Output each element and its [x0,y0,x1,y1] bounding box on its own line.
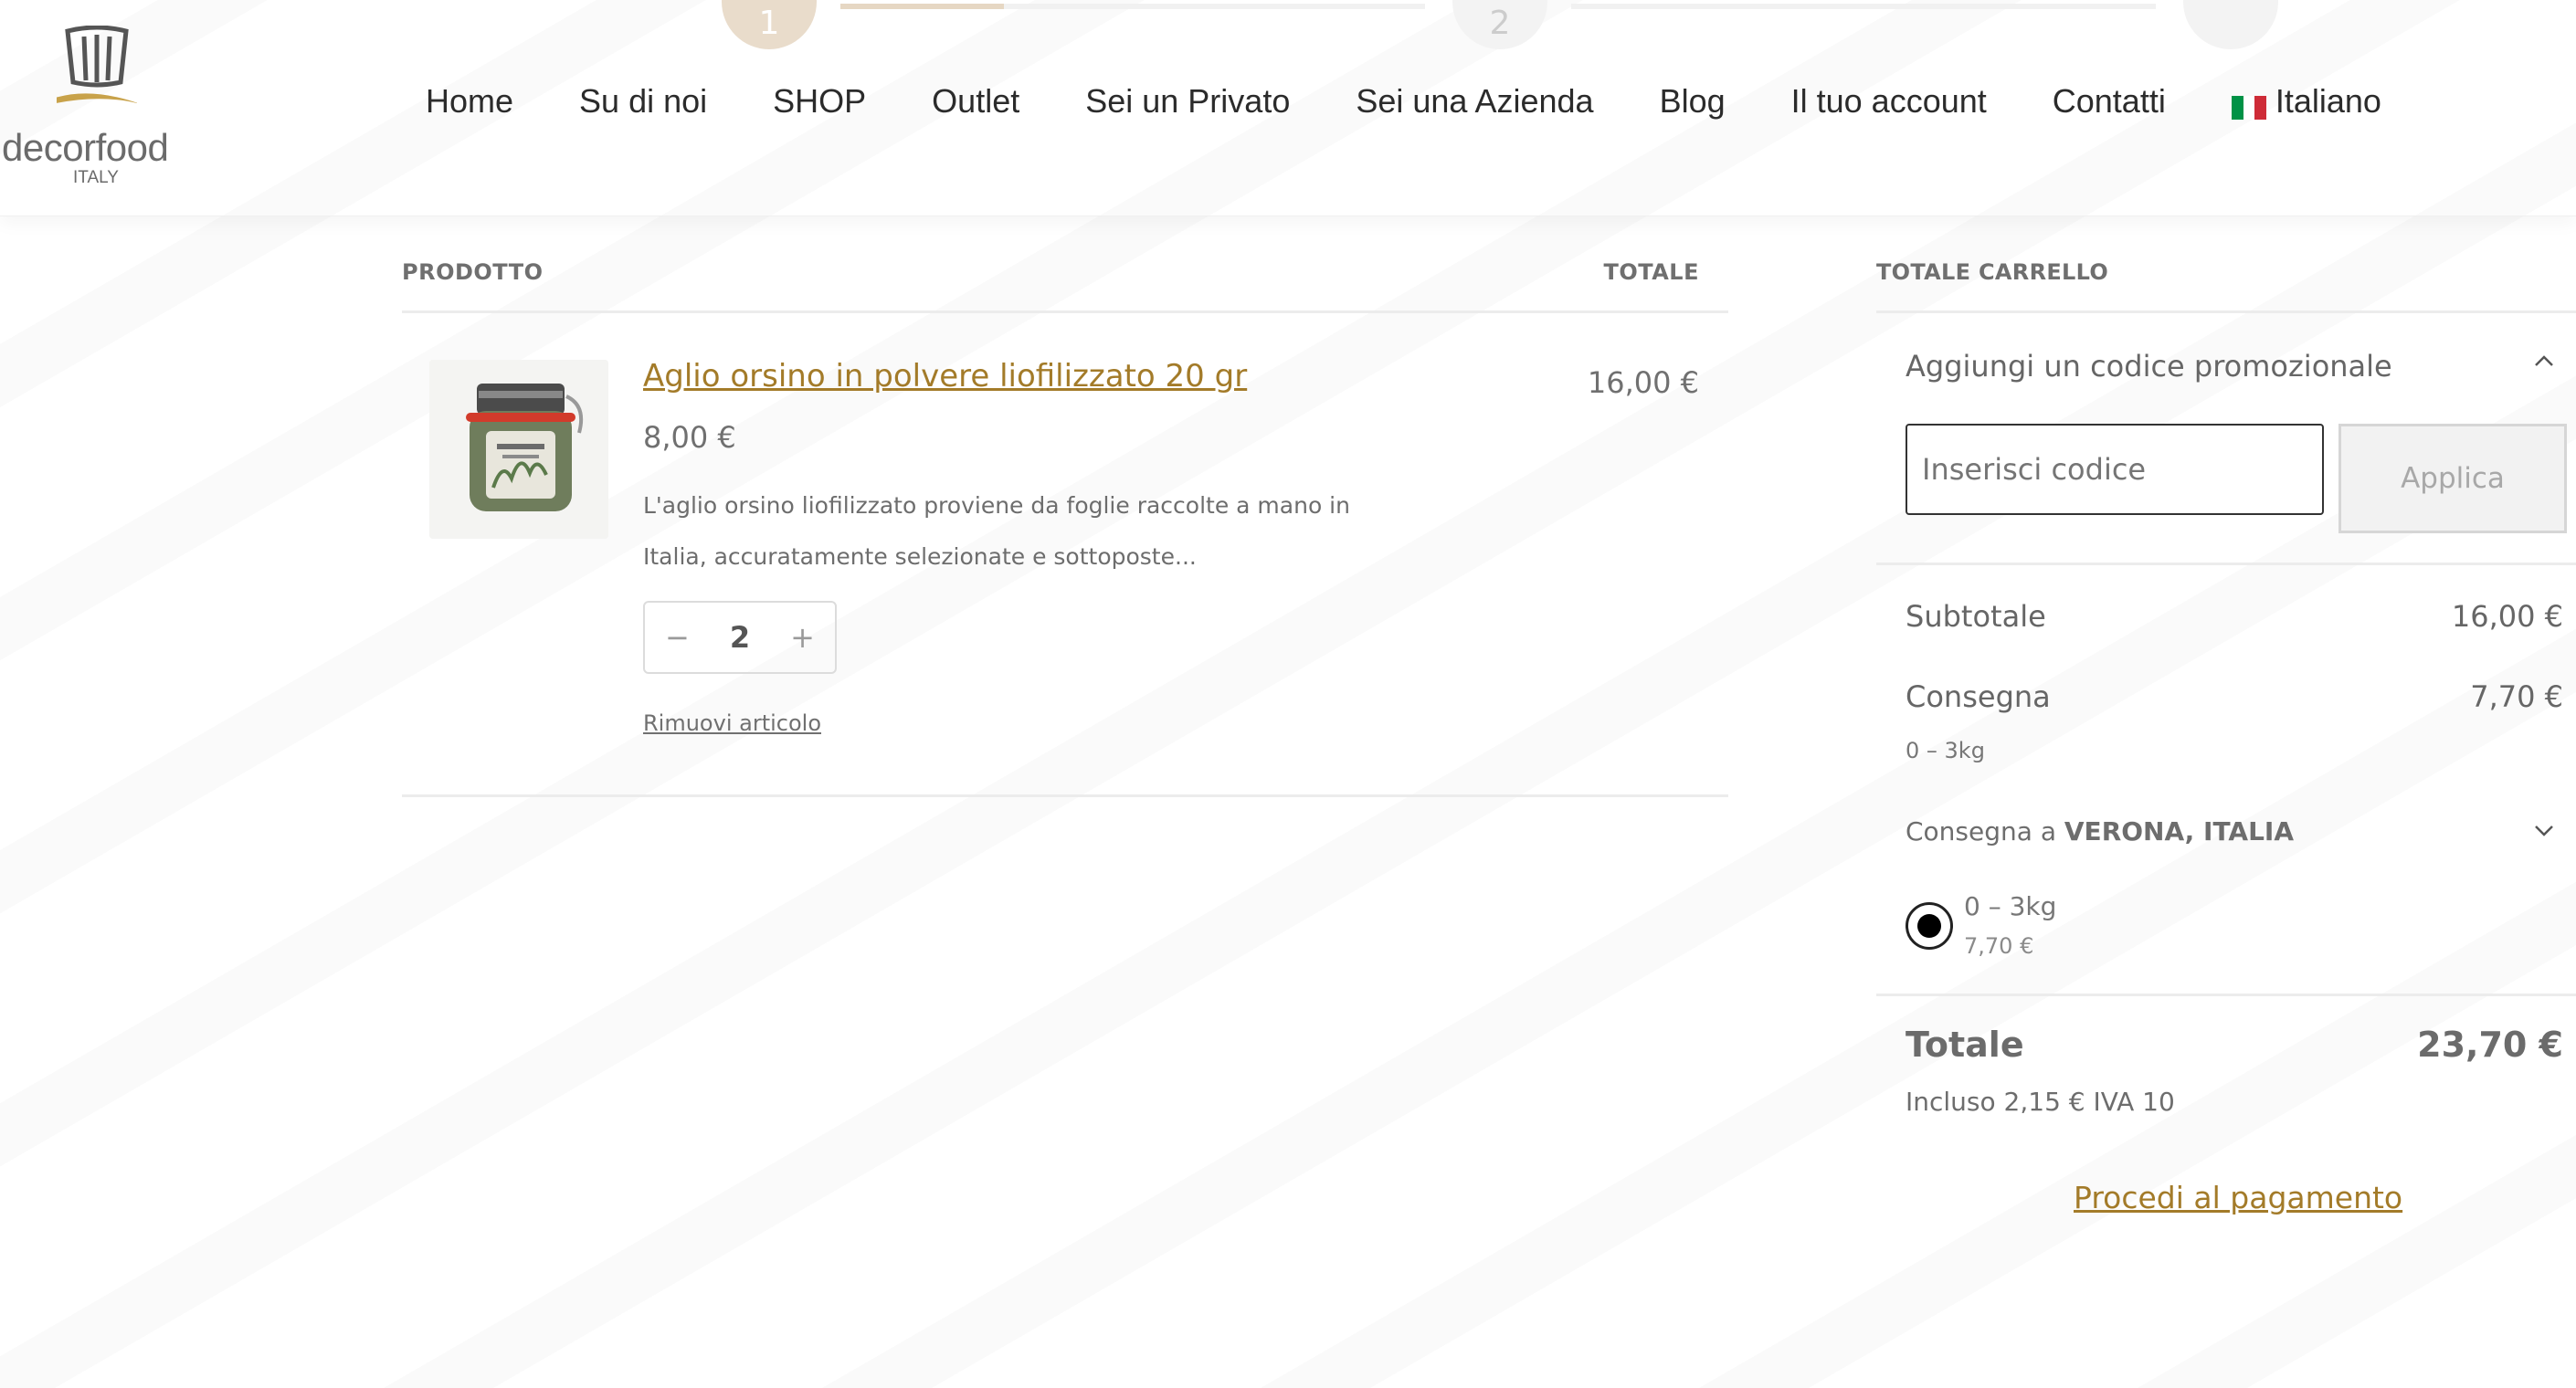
logo-wordmark: decorfood [2,126,169,170]
product-thumbnail[interactable] [429,360,608,539]
nav-business[interactable]: Sei una Azienda [1356,82,1593,121]
logo-wordmark-part2: food [95,126,169,169]
nav-shop[interactable]: SHOP [773,82,866,121]
divider [1876,310,2576,313]
site-logo[interactable]: decorfood ITALY [0,18,201,192]
main-nav: Home Su di noi SHOP Outlet Sei un Privat… [426,82,2381,121]
remove-item-link[interactable]: Rimuovi articolo [643,710,821,736]
italy-flag-icon [2231,89,2266,120]
nav-blog[interactable]: Blog [1660,82,1726,121]
apply-promo-button[interactable]: Applica [2338,424,2567,533]
shipping-value: 7,70 € [2470,679,2563,714]
increase-quantity-button[interactable]: + [790,620,815,655]
product-title-link[interactable]: Aglio orsino in polvere liofilizzato 20 … [643,358,1247,394]
promo-code-toggle[interactable]: Aggiungi un codice promozionale [1906,349,2392,384]
tax-note: Incluso 2,15 € IVA 10 [1906,1087,2175,1117]
logo-country: ITALY [73,168,119,187]
shipping-destination-toggle[interactable]: Consegna a VERONA, ITALIA [1906,816,2294,846]
decrease-quantity-button[interactable]: − [665,620,690,655]
shipping-label: Consegna [1906,679,2051,714]
cart-totals-heading: TOTALE CARRELLO [1876,259,2109,285]
divider [402,794,1728,797]
shipping-option-label: 0 – 3kg [1964,891,2057,921]
proceed-to-checkout-link[interactable]: Procedi al pagamento [2074,1180,2402,1215]
logo-wordmark-part1: decor [2,126,96,169]
chevron-down-icon[interactable] [2530,816,2558,844]
nav-account[interactable]: Il tuo account [1791,82,1987,121]
quantity-value[interactable]: 2 [730,620,750,655]
promo-code-input[interactable] [1906,424,2324,515]
flag-stripe-green [2231,96,2243,120]
divider [402,310,1728,313]
nav-outlet[interactable]: Outlet [932,82,1019,121]
language-label: Italiano [2275,82,2381,120]
divider [1876,563,2576,565]
quantity-stepper: − 2 + [643,601,837,674]
divider [1876,994,2576,996]
site-header: decorfood ITALY Home Su di noi SHOP Outl… [0,0,2576,216]
ship-to-place: VERONA, ITALIA [2064,816,2295,846]
nav-about[interactable]: Su di noi [579,82,707,121]
chevron-up-icon[interactable] [2530,347,2558,374]
nav-private[interactable]: Sei un Privato [1085,82,1290,121]
jar-image [429,360,608,539]
nav-home[interactable]: Home [426,82,513,121]
subtotal-value: 16,00 € [2451,599,2563,634]
nav-contacts[interactable]: Contatti [2053,82,2166,121]
chef-hat-icon [57,26,137,104]
total-label: Totale [1906,1025,2024,1065]
flag-stripe-red [2254,96,2266,120]
line-total: 16,00 € [1587,365,1699,400]
shipping-option-radio[interactable] [1906,902,1953,950]
product-description: L'aglio orsino liofilizzato proviene da … [643,492,1350,570]
subtotal-label: Subtotale [1906,599,2046,634]
column-header-total: TOTALE [1603,259,1699,285]
language-switcher[interactable]: Italiano [2231,82,2381,121]
product-unit-price: 8,00 € [643,420,736,455]
shipping-option-price: 7,70 € [1964,933,2034,959]
column-header-product: PRODOTTO [402,259,544,285]
flag-stripe-white [2243,96,2255,120]
ship-to-prefix: Consegna a [1906,816,2056,846]
shipping-tier: 0 – 3kg [1906,738,1985,763]
total-value: 23,70 € [2417,1025,2563,1065]
